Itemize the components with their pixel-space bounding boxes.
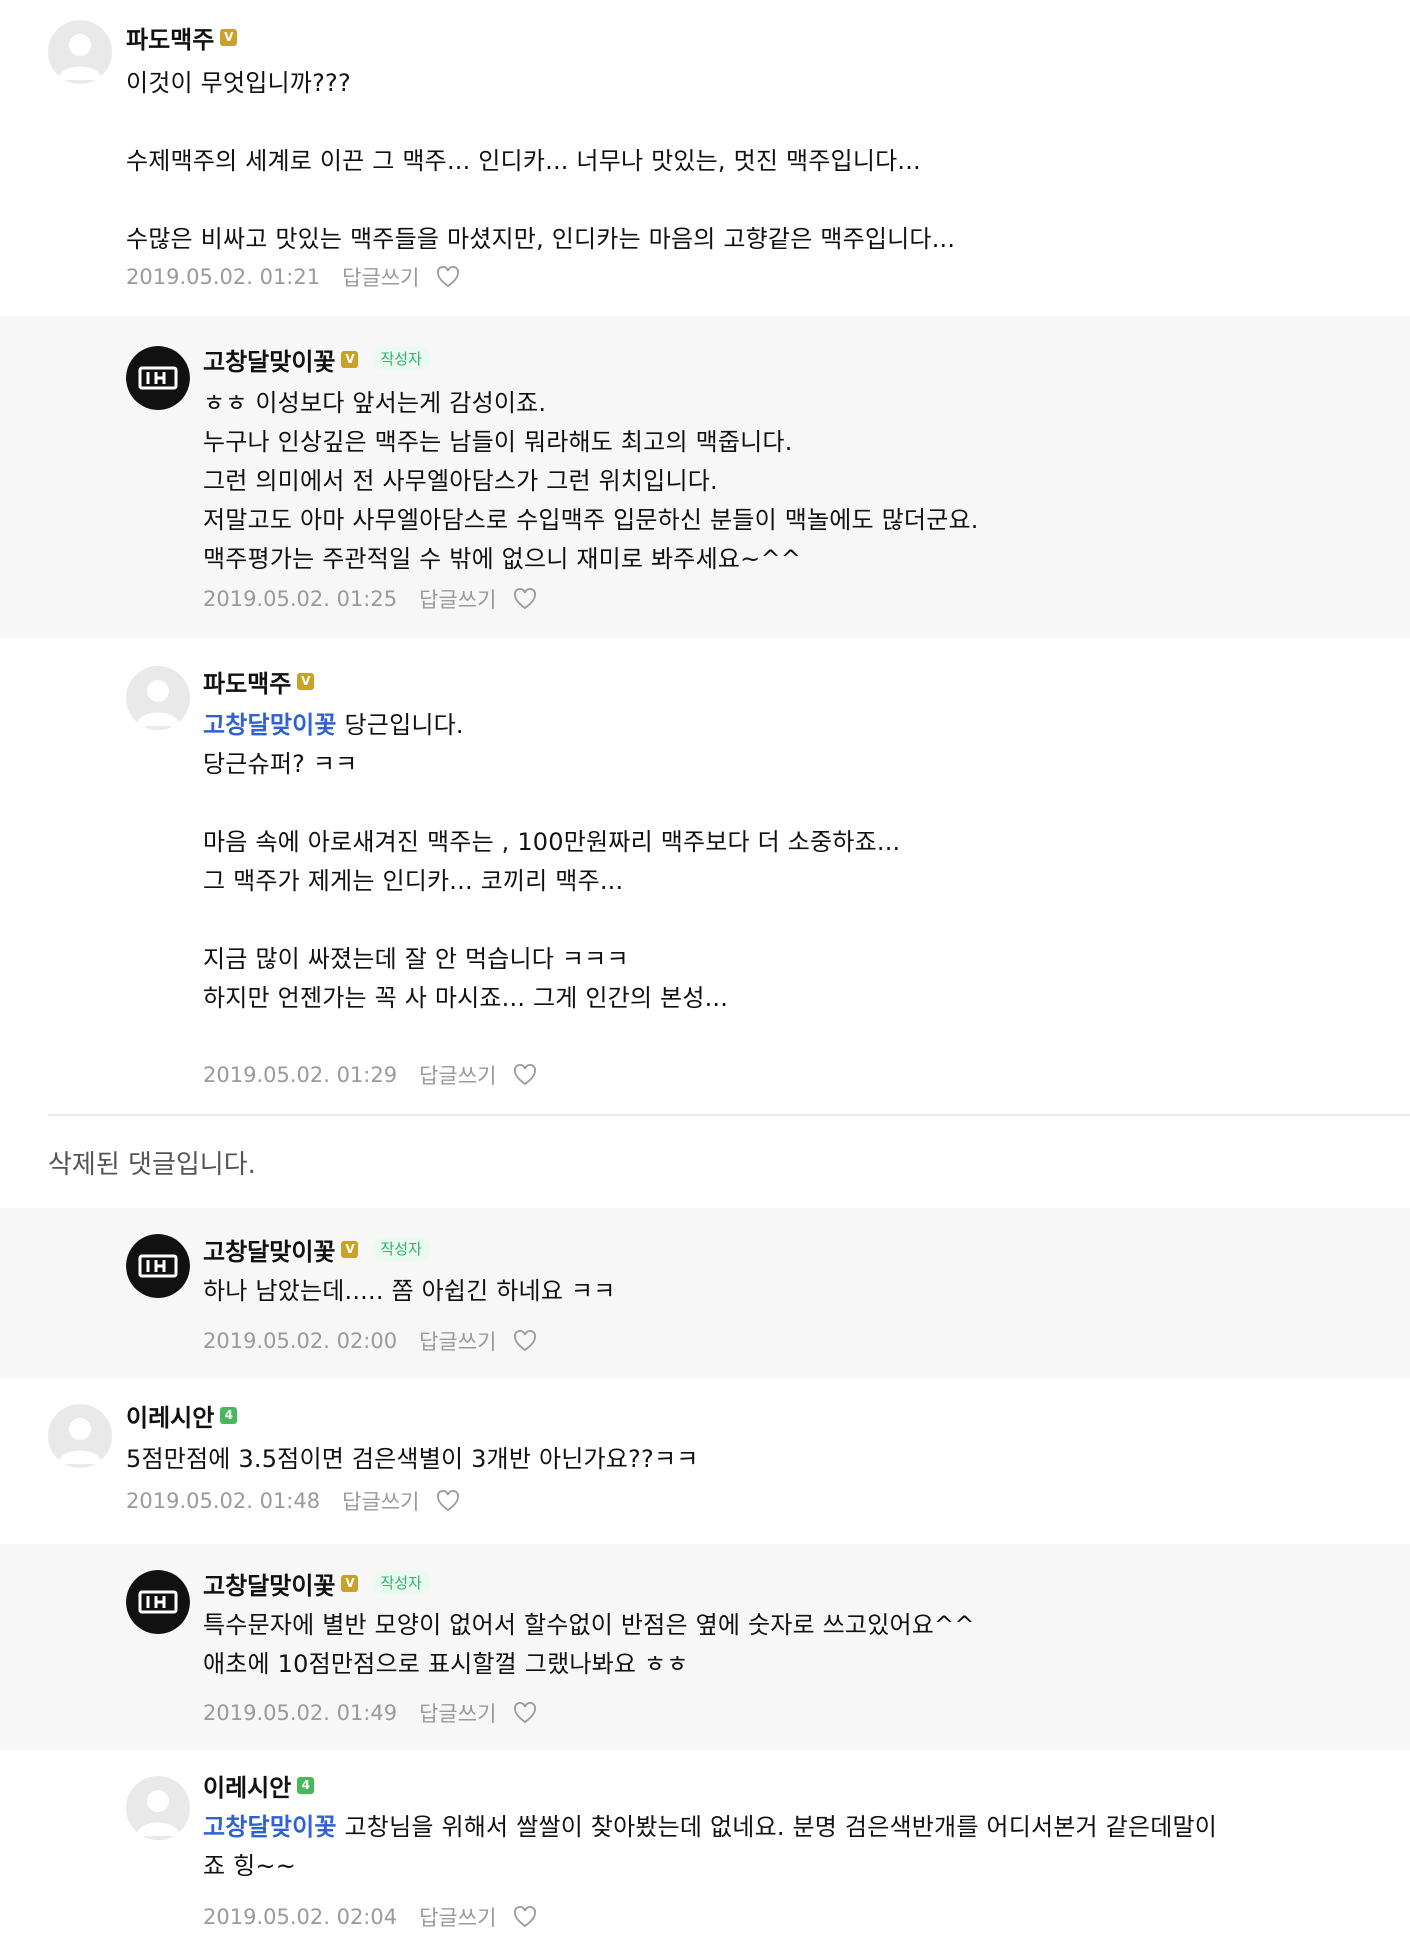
heart-icon[interactable] <box>512 1905 538 1929</box>
heart-icon[interactable] <box>435 265 461 289</box>
reply-button[interactable]: 답글쓰기 <box>419 1902 496 1932</box>
author-row: 파도맥주 V <box>203 664 315 699</box>
author-nickname[interactable]: 파도맥주 <box>203 664 291 699</box>
heart-icon[interactable] <box>512 587 538 611</box>
comment-date: 2019.05.02. 01:21 <box>126 265 321 289</box>
heart-icon[interactable] <box>512 1329 538 1353</box>
mention-link[interactable]: 고창달맞이꽃 <box>203 711 337 739</box>
comment-text: 고창달맞이꽃 고창님을 위해서 쌀쌀이 찾아봤는데 없네요. 분명 검은색반개를… <box>203 1808 1403 1886</box>
author-nickname[interactable]: 이레시안 <box>203 1768 291 1803</box>
reply-item: 고창달맞이꽃 V 작성자 특수문자에 별반 모양이 없어서 할수없이 반점은 옆… <box>0 1544 1410 1750</box>
comment-text-content: 고창님을 위해서 쌀쌀이 찾아봤는데 없네요. 분명 검은색반개를 어디서본거 … <box>203 1813 1218 1880</box>
level-badge-icon: V <box>341 1240 359 1258</box>
brand-logo-icon <box>126 1234 190 1298</box>
comment-date: 2019.05.02. 02:04 <box>203 1905 398 1929</box>
reply-item: 이레시안 4 고창달맞이꽃 고창님을 위해서 쌀쌀이 찾아봤는데 없네요. 분명… <box>0 1752 1410 1956</box>
avatar[interactable] <box>126 666 190 730</box>
comment-item: 이레시안 4 5점만점에 3.5점이면 검은색별이 3개반 아닌가요??ㅋㅋ 2… <box>0 1380 1410 1544</box>
comment-list: 파도맥주 V 이것이 무엇입니까??? 수제맥주의 세계로 이끈 그 맥주...… <box>0 0 1410 1956</box>
comment-meta: 2019.05.02. 02:00 답글쓰기 <box>203 1326 538 1356</box>
comment-meta: 2019.05.02. 01:49 답글쓰기 <box>203 1698 538 1728</box>
comment-date: 2019.05.02. 01:49 <box>203 1701 398 1725</box>
level-badge-icon: 4 <box>220 1406 238 1424</box>
person-silhouette-icon <box>136 680 180 726</box>
reply-item: 파도맥주 V 고창달맞이꽃 당근입니다. 당근슈퍼? ㅋㅋ 마음 속에 아로새겨… <box>0 640 1410 1114</box>
avatar[interactable] <box>126 1776 190 1840</box>
comment-text: ㅎㅎ 이성보다 앞서는게 감성이죠. 누구나 인상깊은 맥주는 남들이 뭐라해도… <box>203 389 979 573</box>
comment-meta: 2019.05.02. 01:25 답글쓰기 <box>203 584 538 614</box>
comment-date: 2019.05.02. 02:00 <box>203 1329 398 1353</box>
reply-button[interactable]: 답글쓰기 <box>419 1326 496 1356</box>
comment-meta: 2019.05.02. 02:04 답글쓰기 <box>203 1902 538 1932</box>
heart-icon[interactable] <box>512 1063 538 1087</box>
comment-text: 이것이 무엇입니까??? 수제맥주의 세계로 이끈 그 맥주... 인디카...… <box>126 69 956 253</box>
author-nickname[interactable]: 이레시안 <box>126 1398 214 1433</box>
heart-icon[interactable] <box>512 1701 538 1725</box>
reply-item: 고창달맞이꽃 V 작성자 하나 남았는데..... 쫌 아쉽긴 하네요 ㅋㅋ 2… <box>0 1208 1410 1378</box>
avatar[interactable] <box>126 1570 190 1634</box>
divider <box>48 1114 1410 1116</box>
author-badge: 작성자 <box>372 1571 430 1595</box>
comment-text: 고창달맞이꽃 당근입니다. 당근슈퍼? ㅋㅋ 마음 속에 아로새겨진 맥주는 ,… <box>203 706 1383 1018</box>
person-silhouette-icon <box>136 1790 180 1836</box>
avatar[interactable] <box>48 1404 112 1468</box>
author-row: 이레시안 4 <box>203 1768 315 1803</box>
mention-link[interactable]: 고창달맞이꽃 <box>203 1813 337 1841</box>
author-row: 고창달맞이꽃 V 작성자 <box>203 1232 430 1266</box>
reply-button[interactable]: 답글쓰기 <box>342 1486 419 1516</box>
comment-meta: 2019.05.02. 01:21 답글쓰기 <box>126 262 461 292</box>
avatar[interactable] <box>126 346 190 410</box>
author-nickname[interactable]: 파도맥주 <box>126 20 214 55</box>
comment-text: 5점만점에 3.5점이면 검은색별이 3개반 아닌가요??ㅋㅋ <box>126 1445 699 1473</box>
reply-button[interactable]: 답글쓰기 <box>419 1060 496 1090</box>
comment-meta: 2019.05.02. 01:48 답글쓰기 <box>126 1486 461 1516</box>
level-badge-icon: V <box>341 350 359 368</box>
brand-logo-icon <box>126 1570 190 1634</box>
avatar[interactable] <box>126 1234 190 1298</box>
comment-text-content: 당근입니다. 당근슈퍼? ㅋㅋ 마음 속에 아로새겨진 맥주는 , 100만원짜… <box>203 711 901 1012</box>
reply-button[interactable]: 답글쓰기 <box>419 584 496 614</box>
comment-date: 2019.05.02. 01:29 <box>203 1063 398 1087</box>
reply-button[interactable]: 답글쓰기 <box>342 262 419 292</box>
author-row: 고창달맞이꽃 V 작성자 <box>203 1566 430 1600</box>
author-nickname[interactable]: 고창달맞이꽃 <box>203 1232 335 1267</box>
comment-text: 하나 남았는데..... 쫌 아쉽긴 하네요 ㅋㅋ <box>203 1277 616 1305</box>
level-badge-icon: V <box>220 28 238 46</box>
level-badge-icon: 4 <box>297 1776 315 1794</box>
author-row: 고창달맞이꽃 V 작성자 <box>203 342 430 376</box>
level-badge-icon: V <box>341 1574 359 1592</box>
avatar[interactable] <box>48 20 112 84</box>
author-badge: 작성자 <box>372 1237 430 1261</box>
deleted-comment-notice: 삭제된 댓글입니다. <box>48 1150 256 1180</box>
author-row: 파도맥주 V <box>126 20 238 55</box>
reply-button[interactable]: 답글쓰기 <box>419 1698 496 1728</box>
reply-item: 고창달맞이꽃 V 작성자 ㅎㅎ 이성보다 앞서는게 감성이죠. 누구나 인상깊은… <box>0 316 1410 638</box>
person-silhouette-icon <box>58 1418 102 1464</box>
comment-item: 파도맥주 V 이것이 무엇입니까??? 수제맥주의 세계로 이끈 그 맥주...… <box>0 0 1410 253</box>
author-badge: 작성자 <box>372 347 430 371</box>
heart-icon[interactable] <box>435 1489 461 1513</box>
brand-logo-icon <box>126 346 190 410</box>
comment-text: 특수문자에 별반 모양이 없어서 할수없이 반점은 옆에 숫자로 쓰고있어요^^… <box>203 1611 975 1678</box>
comment-meta: 2019.05.02. 01:29 답글쓰기 <box>203 1060 538 1090</box>
comment-date: 2019.05.02. 01:25 <box>203 587 398 611</box>
author-nickname[interactable]: 고창달맞이꽃 <box>203 1566 335 1601</box>
person-silhouette-icon <box>58 34 102 80</box>
comment-date: 2019.05.02. 01:48 <box>126 1489 321 1513</box>
level-badge-icon: V <box>297 672 315 690</box>
author-nickname[interactable]: 고창달맞이꽃 <box>203 342 335 377</box>
author-row: 이레시안 4 <box>126 1398 238 1433</box>
